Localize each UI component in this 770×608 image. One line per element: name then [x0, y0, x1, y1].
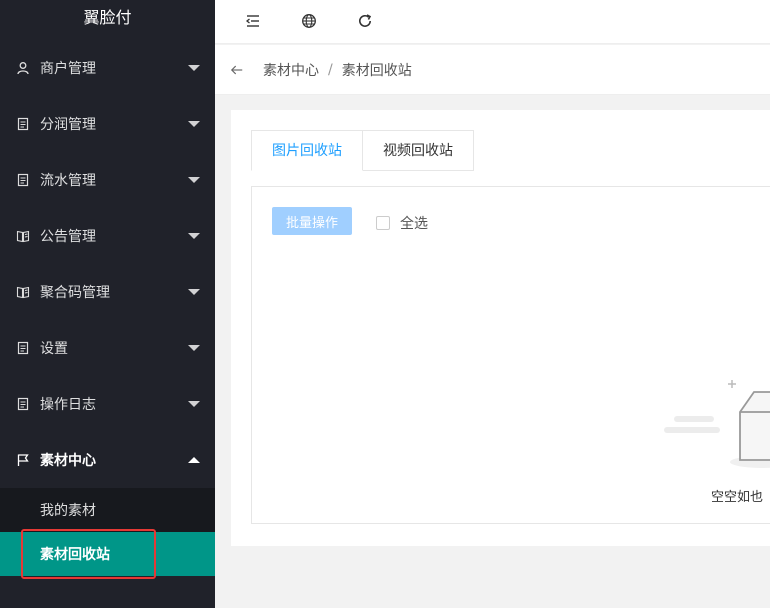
sidebar-item-label: 公告管理 [40, 229, 96, 245]
material-submenu: 我的素材 素材回收站 [0, 488, 215, 579]
sidebar-item-label: 素材中心 [40, 453, 96, 469]
menu-fold-icon[interactable] [243, 11, 263, 31]
book-icon [16, 285, 30, 299]
sidebar: 商户管理 分润管理 流水管理 公告管理 聚合码管理 设置 操作日志 素材中心 我… [0, 0, 215, 608]
sidebar-item-profit[interactable]: 分润管理 [0, 96, 215, 152]
tab-panel: 批量操作 全选 空空如也 [251, 186, 770, 524]
caret-up-icon [188, 457, 200, 463]
tab-bar: 图片回收站 视频回收站 [251, 130, 474, 171]
breadcrumb: 素材中心 / 素材回收站 [215, 45, 770, 95]
select-all-checkbox[interactable]: 全选 [376, 213, 428, 233]
top-header [215, 0, 770, 44]
caret-down-icon [188, 289, 200, 295]
caret-down-icon [188, 65, 200, 71]
sidebar-subitem-recycle-bin[interactable]: 素材回收站 [0, 529, 215, 579]
sidebar-item-log[interactable]: 操作日志 [0, 376, 215, 432]
breadcrumb-separator: / [328, 61, 333, 78]
globe-icon[interactable] [299, 11, 319, 31]
sidebar-item-label: 操作日志 [40, 397, 96, 413]
arrow-left-icon[interactable] [229, 62, 245, 78]
user-icon [16, 61, 30, 75]
sidebar-item-flow[interactable]: 流水管理 [0, 152, 215, 208]
empty-box-illustration [664, 380, 770, 468]
clipboard-icon [16, 173, 30, 187]
clipboard-icon [16, 397, 30, 411]
sidebar-item-qrcode[interactable]: 聚合码管理 [0, 264, 215, 320]
select-all-label: 全选 [400, 216, 428, 232]
sidebar-item-notice[interactable]: 公告管理 [0, 208, 215, 264]
caret-down-icon [188, 121, 200, 127]
sidebar-item-label: 流水管理 [40, 173, 96, 189]
sidebar-item-merchant[interactable]: 商户管理 [0, 40, 215, 96]
sidebar-item-label: 聚合码管理 [40, 285, 110, 301]
main-card: 图片回收站 视频回收站 批量操作 全选 空空如也 [231, 110, 770, 546]
sidebar-menu: 商户管理 分润管理 流水管理 公告管理 聚合码管理 设置 操作日志 素材中心 我… [0, 10, 215, 579]
tab-video-recycle-bin[interactable]: 视频回收站 [363, 130, 474, 171]
sidebar-item-settings[interactable]: 设置 [0, 320, 215, 376]
breadcrumb-recycle-bin: 素材回收站 [341, 62, 412, 79]
sidebar-item-label: 设置 [40, 341, 68, 357]
empty-text: 空空如也 [711, 490, 764, 505]
checkbox-box[interactable] [376, 216, 390, 230]
caret-down-icon [188, 401, 200, 407]
sidebar-item-label: 商户管理 [40, 61, 96, 77]
flag-icon [16, 453, 30, 467]
breadcrumb-material-center[interactable]: 素材中心 [263, 60, 319, 80]
caret-down-icon [188, 345, 200, 351]
tab-image-recycle-bin[interactable]: 图片回收站 [251, 130, 363, 171]
sidebar-item-material[interactable]: 素材中心 [0, 432, 215, 488]
caret-down-icon [188, 177, 200, 183]
batch-operation-button[interactable]: 批量操作 [272, 207, 352, 235]
clipboard-icon [16, 341, 30, 355]
sidebar-item-label: 分润管理 [40, 117, 96, 133]
book-icon [16, 229, 30, 243]
caret-down-icon [188, 233, 200, 239]
clipboard-icon [16, 117, 30, 131]
sidebar-subitem-my-material[interactable]: 我的素材 [0, 488, 215, 532]
refresh-icon[interactable] [355, 11, 375, 31]
brand-title: 翼脸付 [0, 0, 215, 38]
